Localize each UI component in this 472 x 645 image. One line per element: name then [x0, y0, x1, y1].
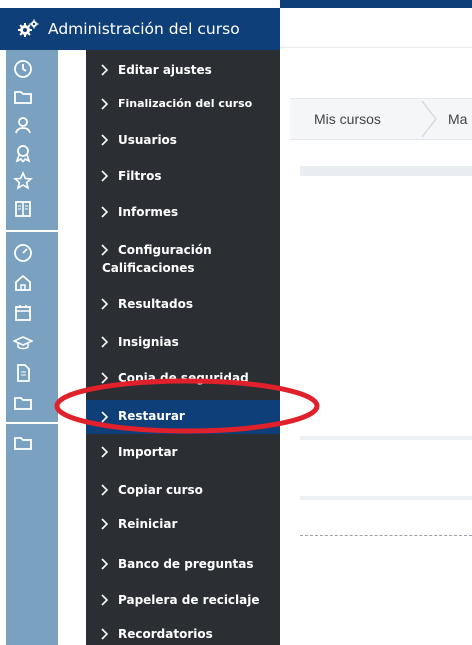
menu-item-papelera-de-reciclaje[interactable]: Papelera de reciclaje [86, 592, 280, 616]
content-divider [300, 496, 472, 500]
gears-icon [18, 19, 39, 37]
menu-item-insignias[interactable]: Insignias [86, 334, 280, 358]
course-administration-title: Administración del curso [48, 20, 240, 38]
award-icon[interactable] [10, 140, 36, 166]
chevron-right-icon [101, 336, 109, 348]
document-icon[interactable] [10, 360, 36, 386]
chevron-right-icon [101, 134, 109, 146]
breadcrumb-item-course[interactable]: Ma [448, 111, 467, 127]
menu-item-resultados[interactable]: Resultados [86, 296, 280, 320]
menu-item-configuracion-calificaciones[interactable]: Configuración Calificaciones [86, 242, 280, 282]
breadcrumb-separator-icon [421, 101, 437, 137]
book-icon[interactable] [10, 196, 36, 222]
menu-item-label: Usuarios [118, 133, 177, 147]
menu-item-finalizacion-del-curso[interactable]: Finalización del curso [86, 96, 280, 120]
menu-item-usuarios[interactable]: Usuarios [86, 132, 280, 156]
menu-item-label: Banco de preguntas [118, 557, 254, 571]
icon-rail [6, 50, 58, 645]
chevron-right-icon [101, 98, 109, 110]
menu-item-label: Copiar curso [118, 483, 203, 497]
chevron-right-icon [101, 518, 109, 530]
chevron-right-icon [101, 372, 109, 384]
chevron-right-icon [101, 446, 109, 458]
chevron-right-icon [101, 206, 109, 218]
chevron-right-icon [101, 628, 109, 640]
menu-item-reiniciar[interactable]: Reiniciar [86, 516, 280, 540]
rail-divider [6, 422, 58, 424]
course-administration-menu: Editar ajustes Finalización del curso Us… [86, 50, 280, 645]
chevron-right-icon [101, 244, 109, 256]
menu-item-label: Resultados [118, 297, 193, 311]
menu-item-label: Papelera de reciclaje [118, 593, 260, 607]
chevron-right-icon [101, 170, 109, 182]
chevron-right-icon [101, 558, 109, 570]
menu-item-copia-de-seguridad[interactable]: Copia de seguridad [86, 370, 280, 394]
folder-icon[interactable] [10, 430, 36, 456]
dashboard-icon[interactable] [10, 240, 36, 266]
content-divider [300, 436, 472, 440]
folder-icon[interactable] [10, 84, 36, 110]
chevron-right-icon [101, 484, 109, 496]
menu-item-recordatorios[interactable]: Recordatorios [86, 626, 280, 645]
top-navbar-strip [280, 0, 472, 8]
folder-icon[interactable] [10, 390, 36, 416]
calendar-icon[interactable] [10, 300, 36, 326]
menu-item-copiar-curso[interactable]: Copiar curso [86, 482, 280, 506]
menu-item-importar[interactable]: Importar [86, 444, 280, 468]
users-icon[interactable] [10, 112, 36, 138]
menu-item-label: Reiniciar [118, 517, 178, 531]
menu-item-label: Configuración [118, 243, 212, 257]
chevron-right-icon [101, 298, 109, 310]
top-navbar [280, 8, 472, 48]
content-dashed-divider [300, 535, 472, 536]
menu-item-label: Finalización del curso [118, 97, 253, 110]
menu-item-restaurar[interactable]: Restaurar [86, 400, 280, 434]
breadcrumb: Mis cursos Ma [290, 98, 472, 140]
breadcrumb-item-mis-cursos[interactable]: Mis cursos [314, 111, 381, 127]
menu-item-label: Editar ajustes [118, 63, 212, 77]
menu-item-label: Restaurar [118, 409, 185, 423]
home-icon[interactable] [10, 270, 36, 296]
menu-item-informes[interactable]: Informes [86, 204, 280, 228]
chevron-right-icon [101, 594, 109, 606]
menu-item-label: Filtros [118, 169, 162, 183]
menu-item-editar-ajustes[interactable]: Editar ajustes [86, 62, 280, 86]
menu-item-label: Insignias [118, 335, 179, 349]
course-administration-header[interactable]: Administración del curso [0, 8, 280, 50]
menu-item-label: Copia de seguridad [118, 371, 249, 385]
content-divider [300, 166, 472, 176]
menu-item-banco-de-preguntas[interactable]: Banco de preguntas [86, 556, 280, 580]
menu-item-label-line2: Calificaciones [102, 261, 195, 275]
menu-item-label: Recordatorios [118, 627, 213, 641]
star-icon[interactable] [10, 168, 36, 194]
rail-divider [6, 230, 58, 232]
chevron-right-icon [101, 411, 109, 423]
menu-item-filtros[interactable]: Filtros [86, 168, 280, 192]
clock-icon[interactable] [10, 56, 36, 82]
chevron-right-icon [101, 64, 109, 76]
menu-item-label: Informes [118, 205, 179, 219]
menu-item-label: Importar [118, 445, 178, 459]
graduation-cap-icon[interactable] [10, 330, 36, 356]
